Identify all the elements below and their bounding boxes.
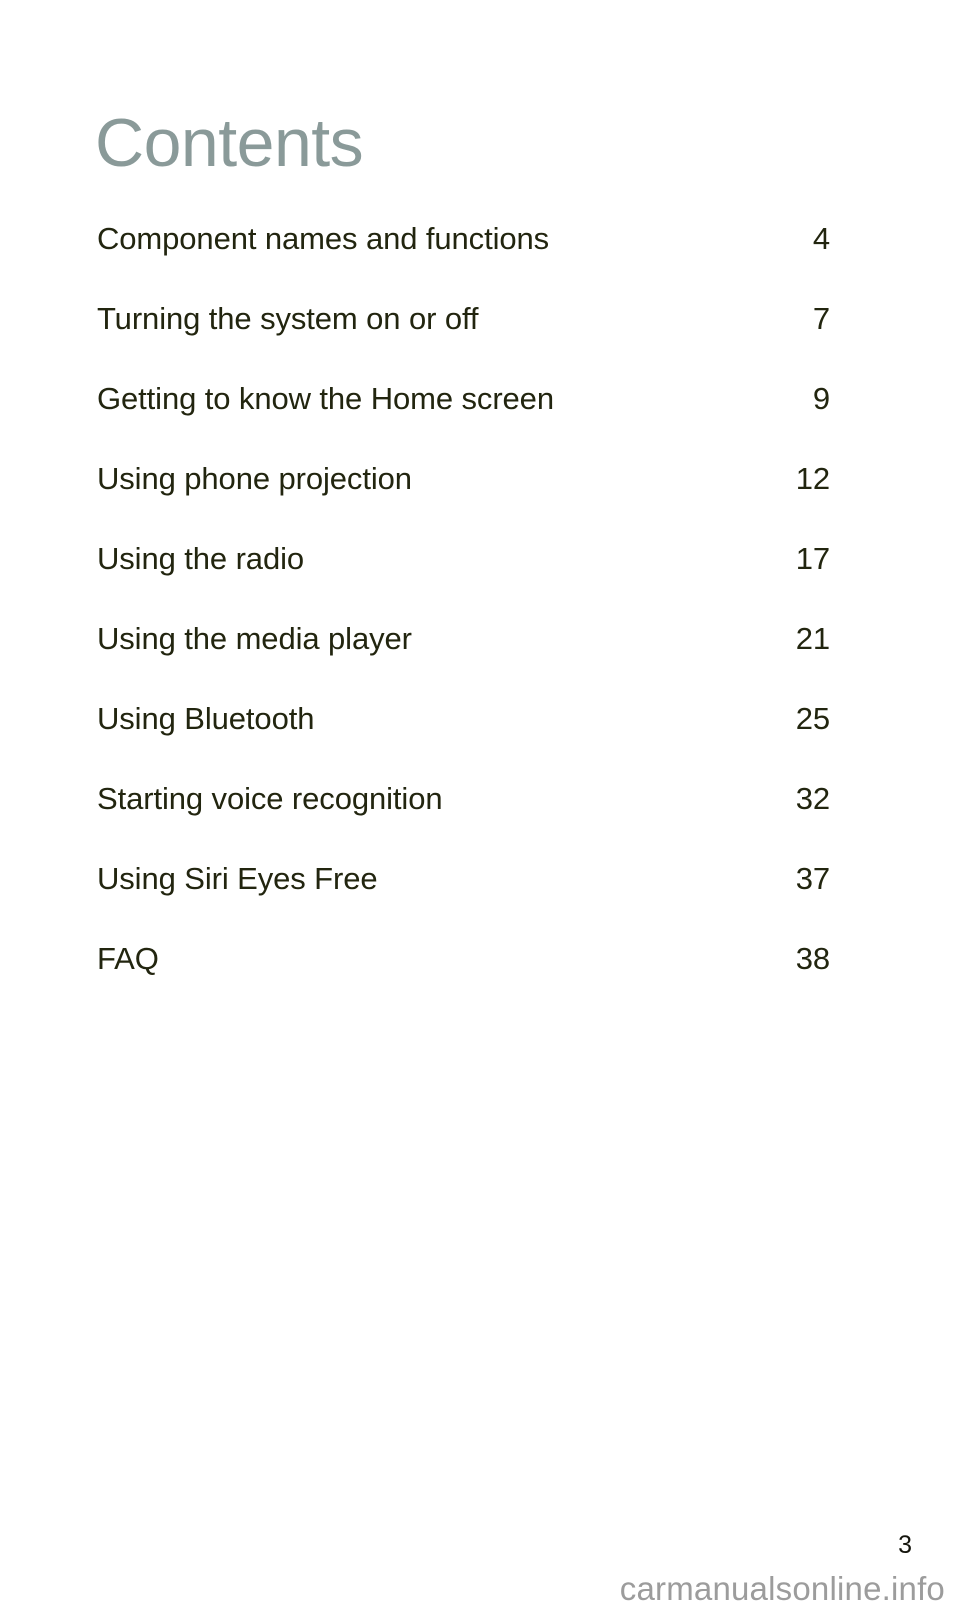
toc-entry-getting-to-know-the-home-screen[interactable]: Getting to know the Home screen 9	[97, 379, 830, 459]
toc-entry-page-number: 37	[795, 861, 830, 896]
toc-entry-label: Using Siri Eyes Free	[97, 861, 378, 896]
toc-entry-label: Turning the system on or off	[97, 301, 479, 336]
toc-entry-page-number: 32	[795, 781, 830, 816]
document-page: Contents Component names and functions 4…	[0, 0, 960, 1613]
toc-entry-page-number: 17	[795, 541, 830, 576]
toc-entry-page-number: 25	[795, 701, 830, 736]
toc-entry-label: Using the radio	[97, 541, 305, 576]
toc-entry-page-number: 9	[812, 381, 830, 416]
toc-entry-using-the-media-player[interactable]: Using the media player 21	[97, 619, 830, 699]
table-of-contents: Component names and functions 4 Turning …	[97, 219, 830, 1019]
toc-entry-label: Using the media player	[97, 621, 412, 656]
toc-entry-faq[interactable]: FAQ 38	[97, 939, 830, 1019]
toc-entry-page-number: 4	[812, 221, 830, 256]
toc-entry-label: Starting voice recognition	[97, 781, 443, 816]
page-folio-number: 3	[898, 1531, 912, 1559]
site-watermark: carmanualsonline.info	[619, 1570, 945, 1607]
toc-entry-label: Using Bluetooth	[97, 701, 315, 736]
toc-entry-label: FAQ	[97, 941, 159, 976]
toc-entry-page-number: 12	[795, 461, 830, 496]
toc-entry-label: Component names and functions	[97, 221, 550, 256]
toc-entry-using-the-radio[interactable]: Using the radio 17	[97, 539, 830, 619]
toc-entry-page-number: 38	[795, 941, 830, 976]
toc-entry-turning-the-system-on-or-off[interactable]: Turning the system on or off 7	[97, 299, 830, 379]
page-title: Contents	[95, 104, 364, 181]
toc-entry-page-number: 21	[795, 621, 830, 656]
toc-entry-using-phone-projection[interactable]: Using phone projection 12	[97, 459, 830, 539]
toc-entry-label: Using phone projection	[97, 461, 412, 496]
toc-entry-page-number: 7	[812, 301, 830, 336]
toc-entry-component-names-and-functions[interactable]: Component names and functions 4	[97, 219, 830, 299]
toc-entry-using-siri-eyes-free[interactable]: Using Siri Eyes Free 37	[97, 859, 830, 939]
toc-entry-using-bluetooth[interactable]: Using Bluetooth 25	[97, 699, 830, 779]
toc-entry-starting-voice-recognition[interactable]: Starting voice recognition 32	[97, 779, 830, 859]
toc-entry-label: Getting to know the Home screen	[97, 381, 554, 416]
